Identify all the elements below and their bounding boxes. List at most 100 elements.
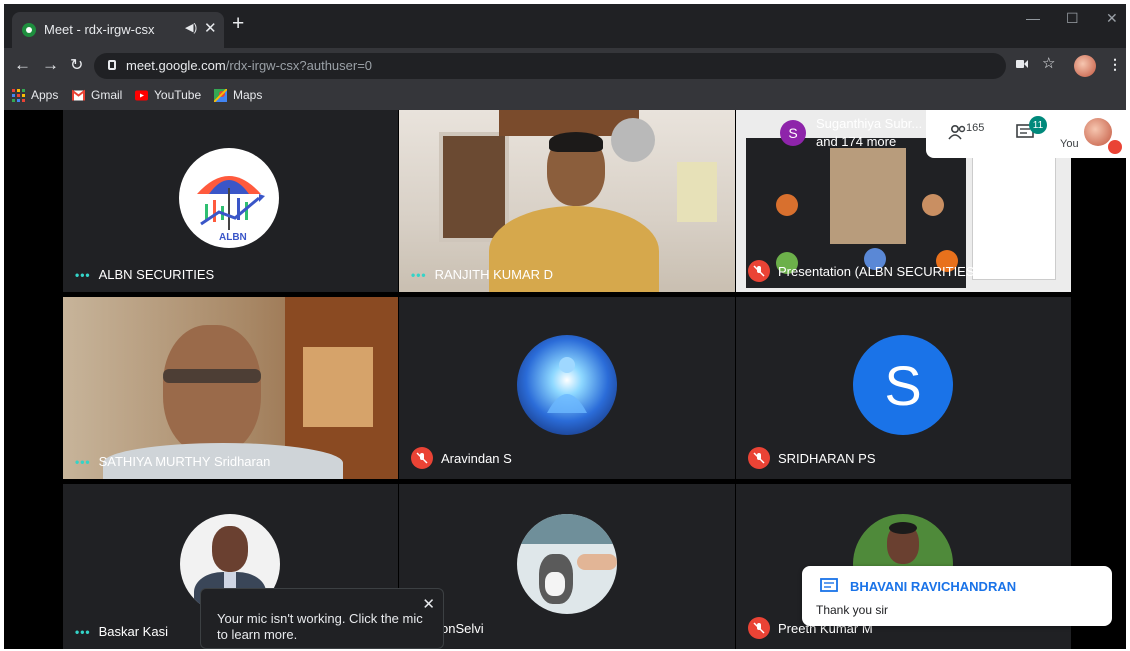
tab-meet[interactable]: Meet - rdx-irgw-csx ◀) ✕ [12,12,224,48]
menu-kebab-icon[interactable]: ⋮ [1108,56,1122,73]
pinned-avatar: S [780,120,806,146]
tile-label: SRIDHARAN PS [748,447,876,469]
shared-avatar [776,194,798,216]
bookmark-maps-label: Maps [233,88,263,102]
albn-logo-text: ALBN [219,232,247,243]
mic-warning-toast[interactable]: ✕ Your mic isn't working. Click the mic … [200,588,444,649]
audio-playing-icon[interactable]: ◀) [185,21,197,34]
participant-name: onSelvi [441,620,484,636]
toast-message: Your mic isn't working. Click the mic to… [217,611,423,642]
chat-badge: 11 [1029,116,1047,134]
speaking-indicator-icon: ••• [75,267,91,282]
door-panel [303,347,373,427]
maps-icon [214,88,227,102]
participant-name: Presentation (ALBN SECURITIES) [778,263,979,279]
browser-toolbar: ← → ↻ meet.google.com/rdx-irgw-csx?authu… [4,48,1126,84]
calendar [677,162,717,222]
participant-name: Baskar Kasi [98,624,168,639]
dog-photo-avatar [517,514,617,614]
participant-name: RANJITH KUMAR D [434,267,554,282]
chat-text: Thank you sir [816,603,889,617]
participant-name: SATHIYA MURTHY Sridharan [98,454,271,469]
url-host: meet.google.com [126,58,226,73]
mic-muted-icon [411,447,433,469]
chat-sender: BHAVANI RAVICHANDRAN [850,579,1017,594]
shared-chat-panel [972,150,1056,280]
photo-dog-face [545,572,565,596]
speaking-indicator-icon: ••• [75,454,91,469]
tab-title: Meet - rdx-irgw-csx [44,22,155,37]
tile-label: ••• ALBN SECURITIES [75,267,214,282]
maximize-icon[interactable]: ☐ [1066,10,1079,27]
participant-video-tile[interactable]: ••• RANJITH KUMAR D [399,110,735,292]
shared-avatar [922,194,944,216]
initial-avatar: S [853,335,953,435]
tile-label: Presentation (ALBN SECURITIES) [748,260,979,282]
albn-logo: ALBN [179,148,279,248]
camera-in-use-icon[interactable] [1016,56,1028,72]
chat-notification[interactable]: BHAVANI RAVICHANDRAN Thank you sir [802,566,1112,626]
chat-message-icon [820,578,838,599]
participant-name: SRIDHARAN PS [778,450,876,466]
bookmark-gmail-label: Gmail [91,88,123,102]
person-hair [549,132,603,152]
forward-arrow-icon[interactable]: → [42,55,59,75]
tile-label: ••• SATHIYA MURTHY Sridharan [75,454,270,469]
meet-favicon-icon [22,23,36,37]
close-tab-icon[interactable]: ✕ [204,19,217,37]
self-label: You [1060,138,1079,150]
youtube-icon [135,90,148,100]
shared-screen-video [830,148,906,244]
photo-hand [577,554,617,570]
new-tab-button[interactable]: + [232,13,244,35]
participant-tile[interactable]: S SRIDHARAN PS [736,297,1071,479]
pinned-more: and 174 more [816,134,897,149]
participant-name: ALBN SECURITIES [98,267,215,282]
tile-label: ••• RANJITH KUMAR D [411,267,553,282]
reload-icon[interactable]: ↻ [70,55,83,75]
fan [611,118,655,162]
bookmark-gmail[interactable]: Gmail [72,88,122,102]
bookmark-youtube-label: YouTube [154,88,202,102]
meeting-controls-card: 165 11 You [926,110,1126,158]
mic-muted-icon [748,447,770,469]
gmail-icon [72,89,85,100]
minimize-icon[interactable]: — [1026,10,1040,26]
profile-avatar[interactable] [1074,55,1096,77]
person-head [163,325,261,455]
pinned-participant-overlay[interactable]: S Suganthiya Subr... and 174 more [774,114,929,154]
address-bar[interactable]: meet.google.com/rdx-irgw-csx?authuser=0 [94,53,1006,79]
bookmark-star-icon[interactable]: ☆ [1042,54,1055,72]
person-glasses [163,369,261,383]
participant-name: Aravindan S [441,450,512,466]
mic-muted-icon [748,617,770,639]
lock-icon [108,60,116,70]
tab-strip: Meet - rdx-irgw-csx ◀) ✕ + — ☐ ✕ [4,4,1126,48]
bookmark-maps[interactable]: Maps [214,88,262,102]
self-avatar[interactable] [1084,118,1112,146]
photo-face [212,526,248,572]
window-frame [439,132,509,242]
browser-window: Meet - rdx-irgw-csx ◀) ✕ + — ☐ ✕ ← → ↻ m… [4,4,1126,649]
participant-tile[interactable]: Aravindan S [399,297,735,479]
url-text: meet.google.com/rdx-irgw-csx?authuser=0 [126,58,372,73]
self-mic-muted-icon [1108,140,1122,154]
participant-count: 165 [966,122,985,134]
back-arrow-icon[interactable]: ← [14,55,31,75]
url-path: /rdx-irgw-csx?authuser=0 [225,58,373,73]
participant-tile[interactable]: ALBN ••• ALBN SECURITIES [63,110,398,292]
speaking-indicator-icon: ••• [411,267,427,282]
speaking-indicator-icon: ••• [75,624,91,639]
bookmark-youtube[interactable]: YouTube [135,88,201,102]
close-window-icon[interactable]: ✕ [1106,10,1118,27]
tile-label: Aravindan S [411,447,512,469]
pinned-name: Suganthiya Subr... [816,116,923,131]
participant-tile[interactable]: onSelvi [399,484,735,649]
bookmark-apps[interactable]: Apps [12,88,58,102]
mic-muted-icon [748,260,770,282]
tile-label: ••• Baskar Kasi [75,624,168,639]
participant-video-tile[interactable]: ••• SATHIYA MURTHY Sridharan [63,297,398,479]
people-icon[interactable] [948,124,968,145]
bookmarks-bar: Apps Gmail YouTube Maps [4,84,1126,110]
bookmark-apps-label: Apps [31,88,59,102]
